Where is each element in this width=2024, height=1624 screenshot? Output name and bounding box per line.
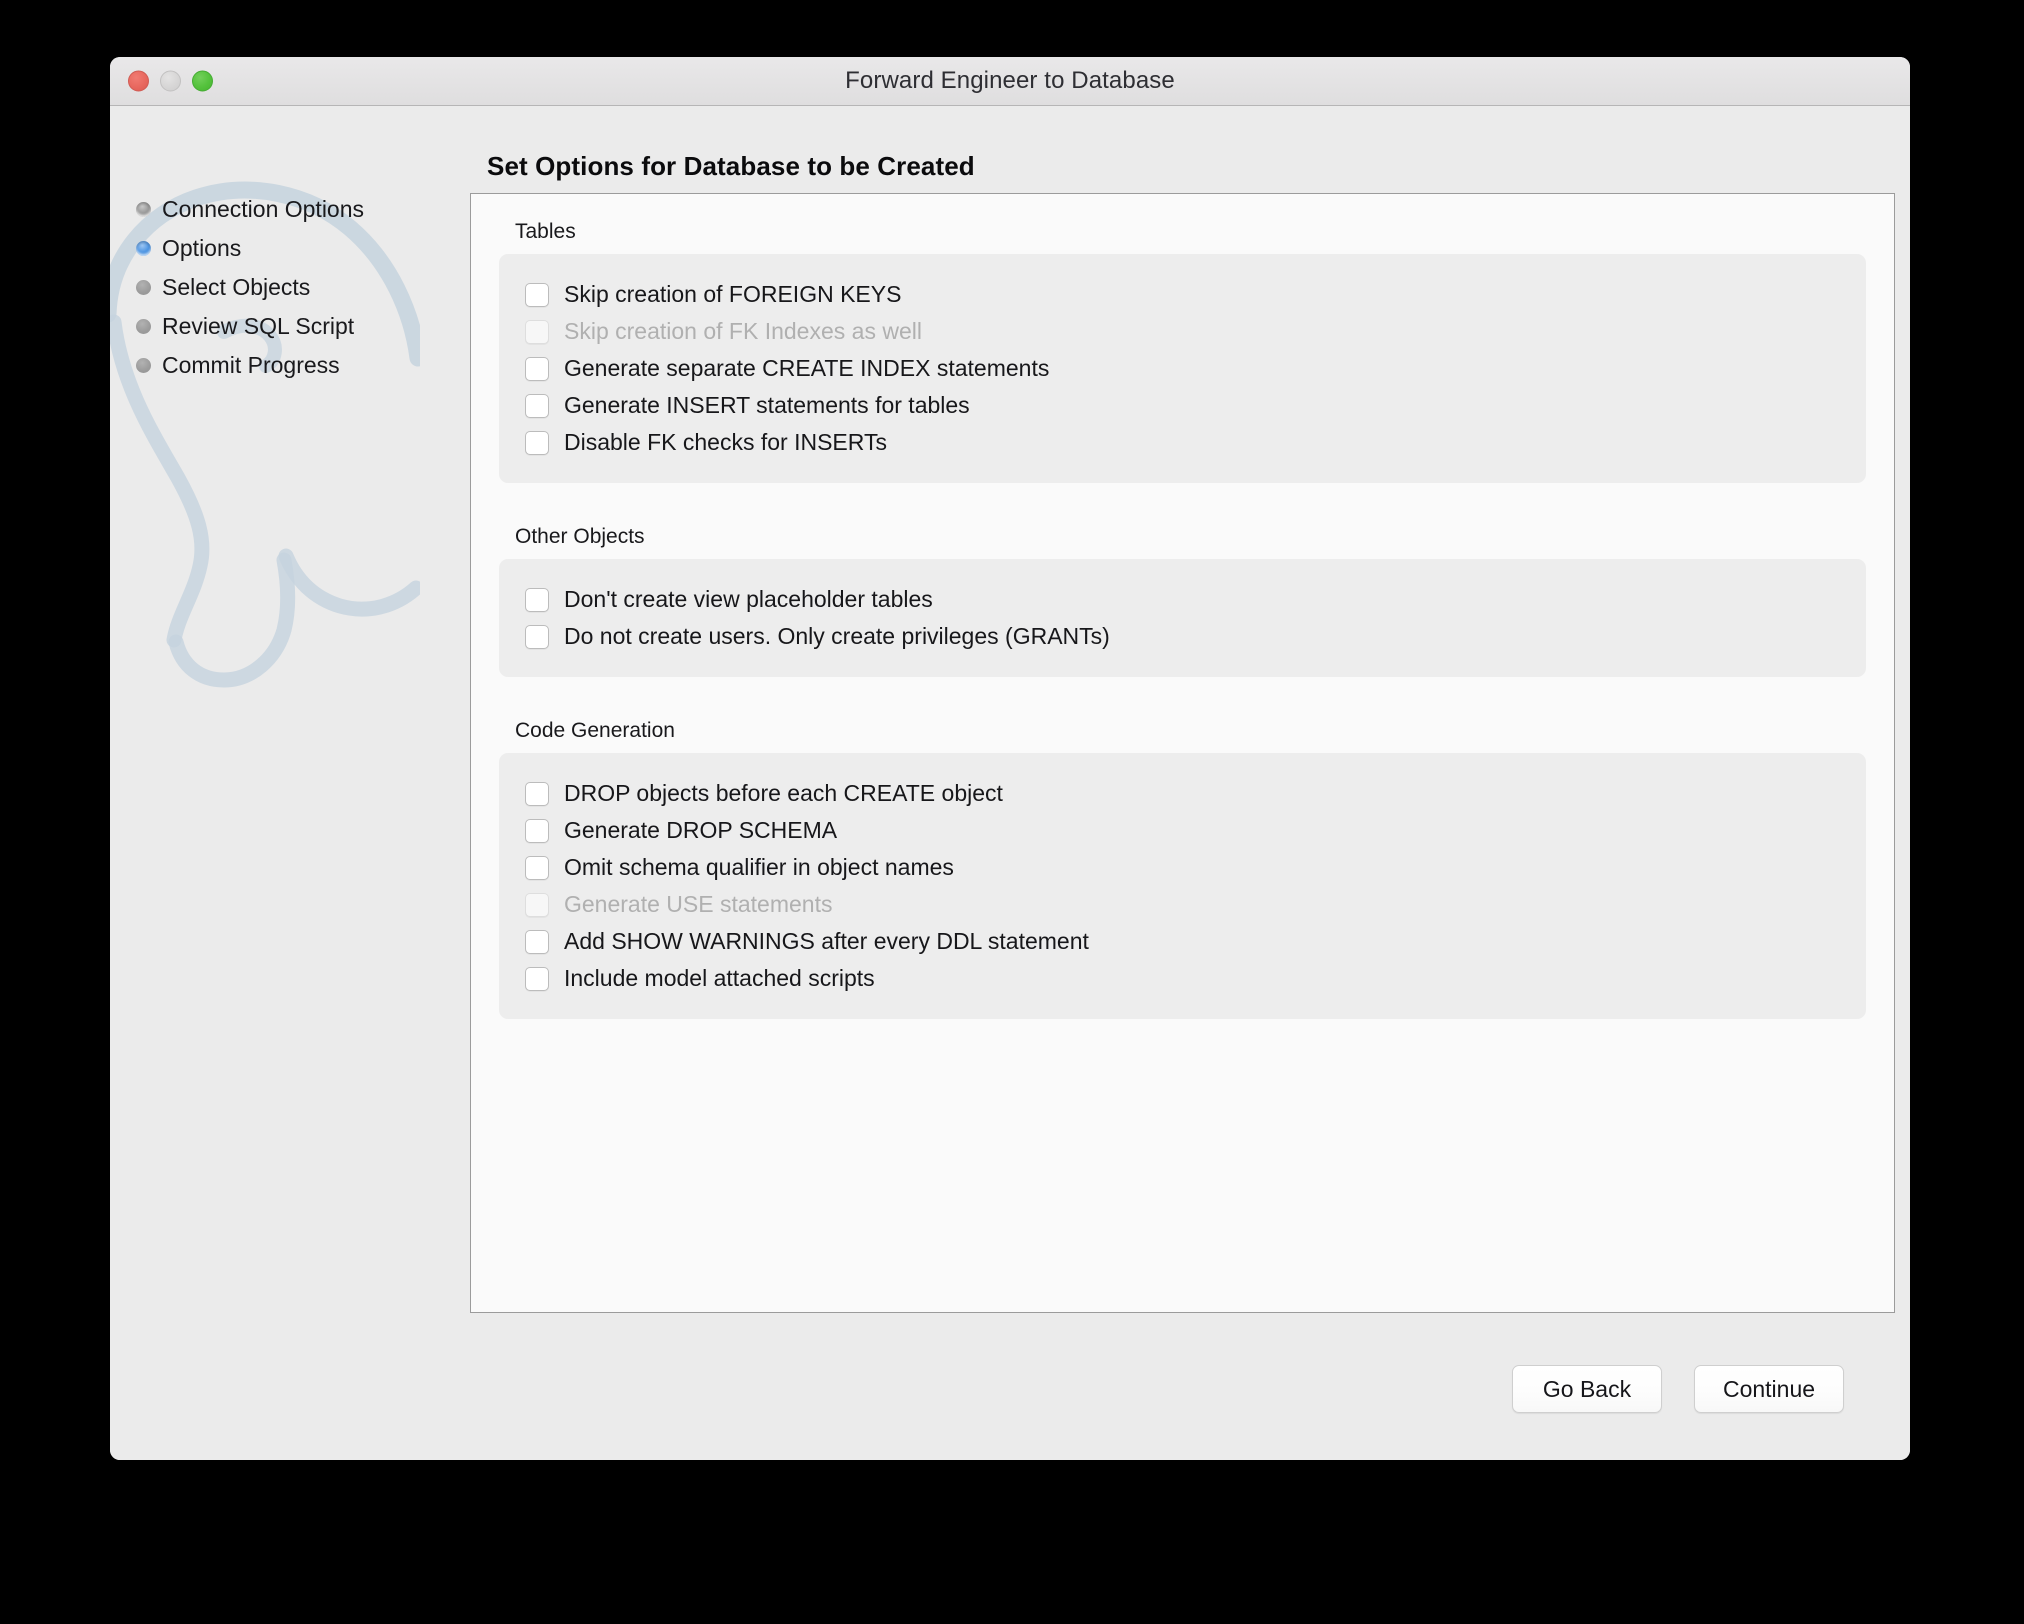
dialog-body: Connection Options Options Select Object… — [110, 106, 1910, 1460]
window-titlebar: Forward Engineer to Database — [110, 57, 1910, 106]
go-back-button[interactable]: Go Back — [1512, 1365, 1662, 1413]
wizard-sidebar: Connection Options Options Select Object… — [110, 106, 420, 1460]
sidebar-item-review-sql-script[interactable]: Review SQL Script — [136, 307, 416, 346]
option-generate-drop-schema[interactable]: Generate DROP SCHEMA — [499, 812, 1866, 849]
option-drop-objects-before-create[interactable]: DROP objects before each CREATE object — [499, 775, 1866, 812]
group-label: Code Generation — [515, 719, 675, 742]
option-label: Omit schema qualifier in object names — [564, 854, 954, 880]
wizard-steps: Connection Options Options Select Object… — [136, 190, 416, 385]
minimize-button[interactable] — [160, 70, 181, 92]
option-omit-schema-qualifier[interactable]: Omit schema qualifier in object names — [499, 849, 1866, 886]
option-label: Include model attached scripts — [564, 965, 875, 991]
checkbox-icon[interactable] — [525, 966, 549, 991]
checkbox-icon[interactable] — [525, 624, 549, 649]
wizard-main: Set Options for Database to be Created T… — [415, 106, 1910, 1460]
option-label: Add SHOW WARNINGS after every DDL statem… — [564, 928, 1089, 954]
sidebar-item-label: Review SQL Script — [162, 313, 355, 339]
checkbox-icon[interactable] — [525, 855, 549, 880]
checkbox-icon[interactable] — [525, 356, 549, 381]
group-box: Skip creation of FOREIGN KEYS Skip creat… — [499, 254, 1866, 483]
option-no-view-placeholder-tables[interactable]: Don't create view placeholder tables — [499, 581, 1866, 618]
sidebar-item-options[interactable]: Options — [136, 229, 416, 268]
sidebar-item-label: Commit Progress — [162, 352, 340, 378]
step-status-icon — [136, 241, 151, 256]
group-other-objects: Other Objects Don't create view placehol… — [471, 525, 1894, 677]
sidebar-item-label: Options — [162, 235, 242, 261]
window-controls — [128, 70, 213, 92]
option-generate-use-statements: Generate USE statements — [499, 886, 1866, 923]
option-separate-create-index[interactable]: Generate separate CREATE INDEX statement… — [499, 350, 1866, 387]
window-title: Forward Engineer to Database — [845, 67, 1175, 94]
group-label: Tables — [515, 220, 576, 243]
option-generate-insert-statements[interactable]: Generate INSERT statements for tables — [499, 387, 1866, 424]
checkbox-icon — [525, 892, 549, 917]
continue-button[interactable]: Continue — [1694, 1365, 1844, 1413]
sidebar-item-select-objects[interactable]: Select Objects — [136, 268, 416, 307]
checkbox-icon[interactable] — [525, 587, 549, 612]
checkbox-icon[interactable] — [525, 430, 549, 455]
options-panel: Tables Skip creation of FOREIGN KEYS Ski… — [470, 193, 1895, 1313]
option-label: Do not create users. Only create privile… — [564, 623, 1110, 649]
group-tables: Tables Skip creation of FOREIGN KEYS Ski… — [471, 220, 1894, 483]
step-status-icon — [136, 319, 151, 334]
option-label: Generate separate CREATE INDEX statement… — [564, 355, 1050, 381]
checkbox-icon[interactable] — [525, 282, 549, 307]
option-include-model-attached-scripts[interactable]: Include model attached scripts — [499, 960, 1866, 997]
sidebar-item-label: Connection Options — [162, 196, 365, 222]
checkbox-icon — [525, 319, 549, 344]
page-title: Set Options for Database to be Created — [487, 151, 975, 181]
option-disable-fk-checks-inserts[interactable]: Disable FK checks for INSERTs — [499, 424, 1866, 461]
option-skip-foreign-keys[interactable]: Skip creation of FOREIGN KEYS — [499, 276, 1866, 313]
checkbox-icon[interactable] — [525, 818, 549, 843]
sidebar-item-commit-progress[interactable]: Commit Progress — [136, 346, 416, 385]
step-status-icon — [136, 358, 151, 373]
checkbox-icon[interactable] — [525, 781, 549, 806]
option-label: Skip creation of FK Indexes as well — [564, 318, 922, 344]
sidebar-item-label: Select Objects — [162, 274, 311, 300]
step-status-icon — [136, 280, 151, 295]
checkbox-icon[interactable] — [525, 929, 549, 954]
step-status-icon — [136, 202, 151, 217]
option-no-create-users-grants-only[interactable]: Do not create users. Only create privile… — [499, 618, 1866, 655]
maximize-button[interactable] — [192, 70, 213, 92]
option-label: Generate INSERT statements for tables — [564, 392, 970, 418]
option-label: Skip creation of FOREIGN KEYS — [564, 281, 902, 307]
checkbox-icon[interactable] — [525, 393, 549, 418]
option-label: DROP objects before each CREATE object — [564, 780, 1003, 806]
option-label: Disable FK checks for INSERTs — [564, 429, 887, 455]
option-add-show-warnings[interactable]: Add SHOW WARNINGS after every DDL statem… — [499, 923, 1866, 960]
close-button[interactable] — [128, 70, 149, 92]
group-box: Don't create view placeholder tables Do … — [499, 559, 1866, 677]
sidebar-item-connection-options[interactable]: Connection Options — [136, 190, 416, 229]
option-label: Generate USE statements — [564, 891, 833, 917]
group-box: DROP objects before each CREATE object G… — [499, 753, 1866, 1019]
option-label: Generate DROP SCHEMA — [564, 817, 838, 843]
option-label: Don't create view placeholder tables — [564, 586, 933, 612]
option-skip-fk-indexes: Skip creation of FK Indexes as well — [499, 313, 1866, 350]
forward-engineer-dialog: Forward Engineer to Database Connection … — [110, 57, 1910, 1460]
dialog-footer: Go Back Continue — [1512, 1365, 1844, 1413]
group-label: Other Objects — [515, 525, 645, 548]
group-code-generation: Code Generation DROP objects before each… — [471, 719, 1894, 1019]
